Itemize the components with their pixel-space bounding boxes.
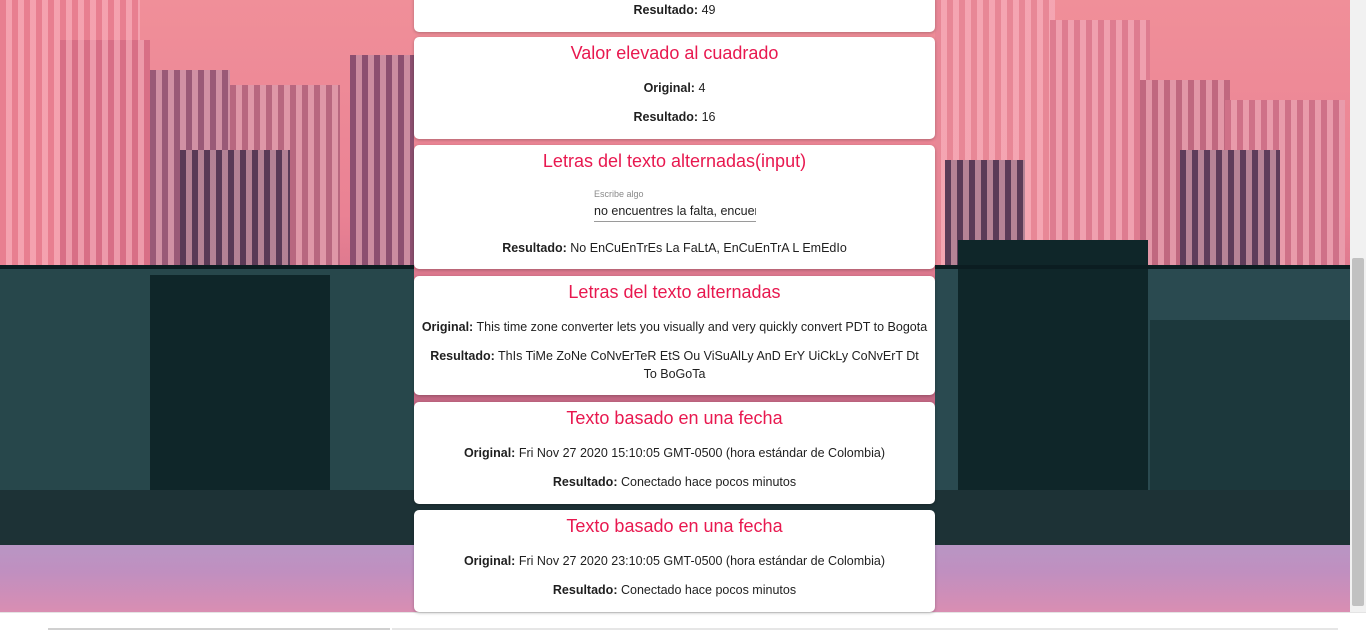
card-title: Valor elevado al cuadrado bbox=[570, 43, 779, 63]
card-title: Letras del texto alternadas(input) bbox=[542, 151, 807, 171]
card-letras-alternadas: Letras del texto alternadas Original: Th… bbox=[414, 276, 935, 395]
result-line: Resultado: No EnCuEnTrEs La FaLtA, EnCuE… bbox=[420, 239, 929, 257]
card-title: Texto basado en una fecha bbox=[566, 516, 783, 536]
result-value: ThIs TiMe ZoNe CoNvErTeR EtS Ou ViSuAlLy… bbox=[498, 349, 919, 381]
result-value: No EnCuEnTrEs La FaLtA, EnCuEnTrA L EmEd… bbox=[570, 241, 847, 255]
original-value: Fri Nov 27 2020 15:10:05 GMT-0500 (hora … bbox=[518, 446, 886, 460]
text-field-label: Escribe algo bbox=[594, 189, 644, 199]
horizontal-scrollbar-area bbox=[0, 612, 1366, 631]
original-line: Original: Fri Nov 27 2020 15:10:05 GMT-0… bbox=[420, 444, 929, 462]
text-field: Escribe algo bbox=[594, 189, 756, 222]
text-input[interactable] bbox=[594, 202, 756, 222]
result-value: Conectado hace pocos minutos bbox=[620, 475, 797, 489]
result-label: Resultado: bbox=[430, 349, 495, 363]
card-title: Letras del texto alternadas bbox=[568, 282, 781, 302]
original-label: Original: bbox=[463, 446, 516, 460]
result-label: Resultado: bbox=[633, 3, 699, 17]
card-valor-cuadrado: Valor elevado al cuadrado Original: 4 Re… bbox=[414, 37, 935, 139]
result-line: Resultado: 16 bbox=[420, 108, 929, 126]
result-label: Resultado: bbox=[502, 241, 567, 255]
card-letras-alternadas-input: Letras del texto alternadas(input) Escri… bbox=[414, 145, 935, 269]
result-label: Resultado: bbox=[633, 110, 699, 124]
result-line: Resultado: ThIs TiMe ZoNe CoNvErTeR EtS … bbox=[428, 347, 921, 383]
result-line: Resultado: 49 bbox=[420, 1, 929, 19]
original-value: 4 bbox=[698, 81, 706, 95]
original-line: Original: Fri Nov 27 2020 23:10:05 GMT-0… bbox=[420, 552, 929, 570]
result-value: Conectado hace pocos minutos bbox=[620, 583, 797, 597]
original-value: This time zone converter lets you visual… bbox=[476, 320, 928, 334]
result-value: 16 bbox=[701, 110, 716, 124]
original-label: Original: bbox=[463, 554, 516, 568]
result-line: Resultado: Conectado hace pocos minutos bbox=[420, 473, 929, 491]
card-title: Texto basado en una fecha bbox=[566, 408, 783, 428]
card-texto-fecha-2: Texto basado en una fecha Original: Fri … bbox=[414, 510, 935, 612]
vertical-scrollbar[interactable] bbox=[1350, 0, 1366, 612]
original-label: Original: bbox=[421, 320, 474, 334]
card-texto-fecha-1: Texto basado en una fecha Original: Fri … bbox=[414, 402, 935, 504]
result-line: Resultado: Conectado hace pocos minutos bbox=[420, 581, 929, 599]
result-label: Resultado: bbox=[552, 583, 618, 597]
original-line: Original: 4 bbox=[420, 79, 929, 97]
vertical-scrollbar-thumb[interactable] bbox=[1352, 258, 1364, 606]
original-value: Fri Nov 27 2020 23:10:05 GMT-0500 (hora … bbox=[518, 554, 886, 568]
original-label: Original: bbox=[643, 81, 695, 95]
result-label: Resultado: bbox=[552, 475, 618, 489]
result-value: 49 bbox=[701, 3, 716, 17]
card-square-result-partial: Resultado: 49 bbox=[414, 0, 935, 32]
original-line: Original: This time zone converter lets … bbox=[420, 318, 929, 336]
